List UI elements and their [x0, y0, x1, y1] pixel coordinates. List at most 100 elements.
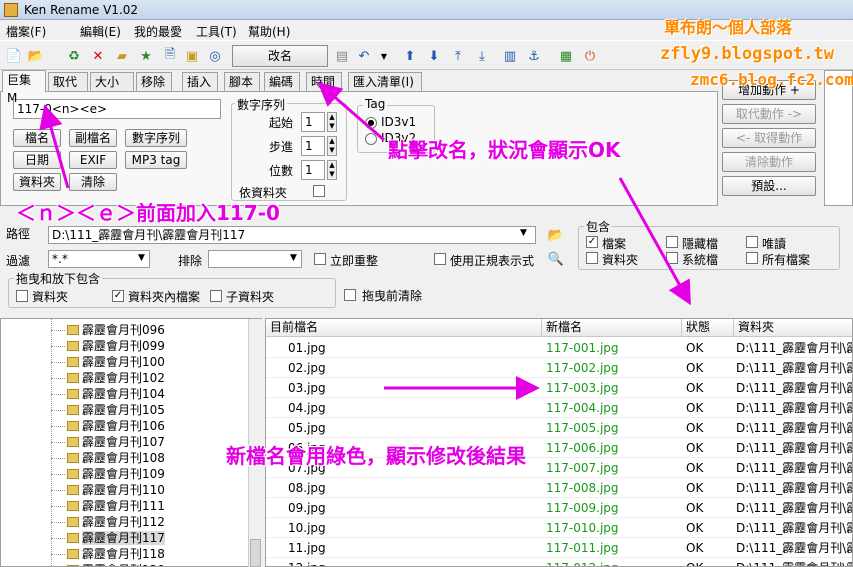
tree-item[interactable]: 霹靂會月刊110 — [67, 482, 165, 498]
favorite-star-icon[interactable]: ★ — [136, 46, 156, 66]
clear-before-drag-checkbox[interactable] — [344, 289, 356, 301]
menu-tools[interactable]: 工具(T) — [196, 23, 237, 40]
search-icon[interactable]: 🔍 — [546, 249, 566, 269]
column-folder[interactable]: 資料夾 — [734, 319, 852, 337]
move-down-icon[interactable]: ⬇ — [424, 46, 444, 66]
column-status[interactable]: 狀態 — [682, 319, 734, 337]
move-top-icon[interactable]: ⤒ — [448, 46, 468, 66]
undo-dropdown-icon[interactable]: ▼ — [374, 46, 394, 66]
tab-case[interactable]: 大小寫 — [90, 72, 134, 107]
id3v2-radio[interactable] — [365, 133, 377, 145]
tab-macro[interactable]: 巨集M — [2, 70, 46, 105]
path-dropdown-icon[interactable]: ▼ — [520, 228, 527, 238]
tree-item[interactable]: 霹靂會月刊106 — [67, 418, 165, 434]
tab-insert[interactable]: 插入 — [182, 72, 218, 92]
rename-button[interactable]: 改名 — [232, 45, 328, 67]
preset-button[interactable]: 預設... — [722, 176, 816, 196]
anchor-icon[interactable]: ⚓ — [524, 46, 544, 66]
exclude-dropdown-icon[interactable]: ▼ — [290, 253, 297, 263]
tree-item[interactable]: 霹靂會月刊109 — [67, 466, 165, 482]
columns-icon[interactable]: ▥ — [500, 46, 520, 66]
browse-folder-icon[interactable]: 📂 — [546, 225, 566, 245]
mp3-tag-button[interactable]: MP3 tag — [125, 151, 187, 169]
folder-tree[interactable]: 霹靂會月刊096 霹靂會月刊099 霹靂會月刊100 霹靂會月刊102 霹靂會月刊104… — [0, 318, 262, 567]
save-icon[interactable]: ▤ — [332, 46, 352, 66]
include-files-checkbox[interactable]: ✓ — [586, 236, 598, 248]
menu-help[interactable]: 幫助(H) — [248, 23, 290, 40]
folder-button[interactable]: 資料夾 — [13, 173, 61, 191]
tree-item[interactable]: 霹靂會月刊105 — [67, 402, 165, 418]
macro-expression-input[interactable]: 117-0<n><e> — [13, 99, 221, 119]
column-new-name[interactable]: 新檔名 — [542, 319, 682, 337]
regex-checkbox[interactable] — [434, 253, 446, 265]
clear-button[interactable]: 清除 — [69, 173, 117, 191]
folder-icon[interactable]: ▰ — [112, 46, 132, 66]
step-spinner[interactable]: ▲ ▼ — [327, 136, 337, 156]
cell-folder: D:\111_霹靂會月刊\霹 — [736, 541, 853, 555]
move-bottom-icon[interactable]: ⤓ — [472, 46, 492, 66]
path-input[interactable]: D:\111_霹靂會月刊\霹靂會月刊117 — [48, 226, 536, 244]
new-icon[interactable]: 📄 — [4, 46, 24, 66]
tree-item[interactable]: 霹靂會月刊107 — [67, 434, 165, 450]
get-action-button[interactable]: <- 取得動作 — [722, 128, 816, 148]
id3v1-radio[interactable]: ● — [365, 117, 377, 129]
include-system-checkbox[interactable] — [666, 252, 678, 264]
grid-icon[interactable]: ▦ — [556, 46, 576, 66]
tree-item[interactable]: 霹靂會月刊096 — [67, 322, 165, 338]
include-folders-checkbox[interactable] — [586, 252, 598, 264]
number-sequence-button[interactable]: 數字序列 — [125, 129, 187, 147]
file-icon[interactable]: 🗎 — [160, 46, 180, 66]
filename-button[interactable]: 檔名 — [13, 129, 61, 147]
tree-item[interactable]: 霹靂會月刊112 — [67, 514, 165, 530]
exclude-input[interactable] — [208, 250, 302, 268]
start-spinner[interactable]: ▲ ▼ — [327, 112, 337, 132]
move-up-icon[interactable]: ⬆ — [400, 46, 420, 66]
extension-button[interactable]: 副檔名 — [69, 129, 117, 147]
by-folder-checkbox[interactable] — [313, 185, 325, 197]
folder-open-icon[interactable]: ▣ — [182, 46, 202, 66]
menu-favorites[interactable]: 我的最愛 — [134, 23, 182, 40]
tab-remove[interactable]: 移除 — [136, 72, 172, 92]
tab-script[interactable]: 腳本 — [224, 72, 260, 92]
refresh-icon[interactable]: ♻ — [64, 46, 84, 66]
tab-replace[interactable]: 取代R — [48, 72, 88, 107]
drag-subfolders-checkbox[interactable] — [210, 290, 222, 302]
drag-folders-checkbox[interactable] — [16, 290, 28, 302]
step-input[interactable]: 1 — [301, 136, 325, 156]
exif-button[interactable]: EXIF — [69, 151, 117, 169]
replace-action-button[interactable]: 取代動作 -> — [722, 104, 816, 124]
tree-item[interactable]: 霹靂會月刊117 — [67, 530, 165, 546]
tree-item[interactable]: 霹靂會月刊104 — [67, 386, 165, 402]
open-folder-icon[interactable]: 📂 — [26, 46, 46, 66]
tree-item[interactable]: 霹靂會月刊118 — [67, 546, 165, 562]
date-button[interactable]: 日期 — [13, 151, 61, 169]
undo-icon[interactable]: ↶ — [354, 46, 374, 66]
clear-actions-button[interactable]: 清除動作 — [722, 152, 816, 172]
tab-encoding[interactable]: 編碼 — [264, 72, 300, 92]
include-readonly-checkbox[interactable] — [746, 236, 758, 248]
tab-time[interactable]: 時間 — [306, 72, 342, 92]
tree-item[interactable]: 霹靂會月刊099 — [67, 338, 165, 354]
column-current-name[interactable]: 目前檔名 — [266, 319, 542, 337]
drag-folder-files-checkbox[interactable]: ✓ — [112, 290, 124, 302]
rename-now-checkbox[interactable] — [314, 253, 326, 265]
digits-input[interactable]: 1 — [301, 160, 325, 180]
target-icon[interactable]: ◎ — [205, 46, 225, 66]
include-all-checkbox[interactable] — [746, 252, 758, 264]
start-input[interactable]: 1 — [301, 112, 325, 132]
tree-item[interactable]: 霹靂會月刊120 — [67, 562, 165, 566]
exit-icon[interactable]: ⏻ — [580, 46, 600, 66]
menu-file[interactable]: 檔案(F) — [6, 23, 46, 40]
filter-input[interactable]: *.* — [48, 250, 150, 268]
delete-icon[interactable]: ✕ — [88, 46, 108, 66]
tree-item[interactable]: 霹靂會月刊111 — [67, 498, 165, 514]
tab-import-list[interactable]: 匯入清單(I) — [348, 72, 422, 92]
tree-item[interactable]: 霹靂會月刊102 — [67, 370, 165, 386]
tree-item[interactable]: 霹靂會月刊108 — [67, 450, 165, 466]
filter-dropdown-icon[interactable]: ▼ — [138, 253, 145, 263]
menu-edit[interactable]: 編輯(E) — [80, 23, 121, 40]
action-list[interactable] — [824, 70, 853, 206]
digits-spinner[interactable]: ▲ ▼ — [327, 160, 337, 180]
tree-item[interactable]: 霹靂會月刊100 — [67, 354, 165, 370]
include-hidden-checkbox[interactable] — [666, 236, 678, 248]
